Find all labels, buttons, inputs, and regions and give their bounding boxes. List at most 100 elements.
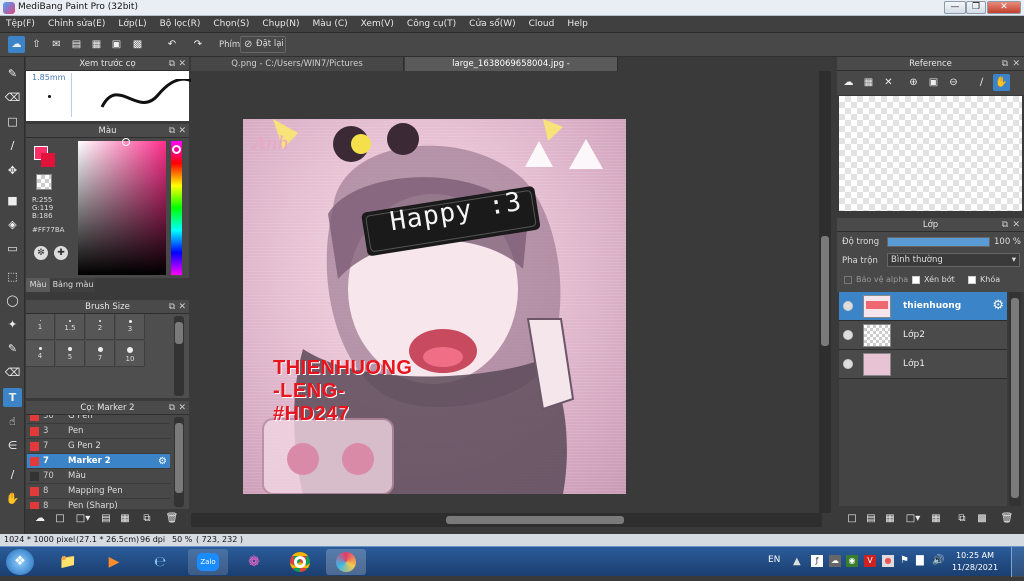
- brush-doc-icon[interactable]: ▤: [99, 512, 113, 526]
- layer-scrollbar[interactable]: [1009, 292, 1021, 506]
- document-icon[interactable]: ▤: [68, 36, 85, 53]
- minimize-button[interactable]: —: [944, 1, 966, 14]
- new-brush-icon[interactable]: □: [53, 512, 67, 526]
- tab-palette[interactable]: Bảng màu: [51, 278, 95, 292]
- eyedropper-icon[interactable]: ∕: [973, 74, 990, 91]
- hand-icon[interactable]: ✋: [993, 74, 1010, 91]
- opacity-slider[interactable]: [887, 237, 990, 247]
- open-folder-icon[interactable]: ▦: [860, 74, 877, 91]
- eye-icon[interactable]: [843, 359, 853, 369]
- panel-popout-icon[interactable]: ⧉: [1002, 218, 1008, 232]
- panel-popout-icon[interactable]: ⧉: [1002, 57, 1008, 71]
- medibang-taskbar-button[interactable]: [326, 549, 366, 575]
- brush-size-cell[interactable]: 4: [26, 341, 55, 367]
- tray-unikey-icon[interactable]: ●: [882, 555, 894, 567]
- folder-icon[interactable]: ▦: [118, 512, 132, 526]
- menu-filter[interactable]: Bộ lọc(R): [160, 16, 201, 33]
- tray-cloud-icon[interactable]: ☁: [829, 555, 841, 567]
- gradient-tool-icon[interactable]: ▭: [3, 239, 22, 258]
- panel-close-icon[interactable]: ✕: [1012, 218, 1020, 232]
- color-picker-cursor[interactable]: [122, 138, 130, 146]
- panel-close-icon[interactable]: ✕: [1012, 57, 1020, 71]
- list-item[interactable]: 8 Pen (Sharp): [27, 499, 170, 509]
- menu-snap[interactable]: Chụp(N): [262, 16, 299, 33]
- list-item[interactable]: 70 Màu: [27, 469, 170, 484]
- hue-handle[interactable]: [172, 145, 181, 154]
- brush-size-cell[interactable]: 10: [116, 341, 145, 367]
- background-color-swatch[interactable]: [41, 153, 55, 167]
- duplicate-layer-icon[interactable]: ⧉: [955, 512, 969, 526]
- list-item[interactable]: 30 G Pen: [27, 415, 170, 424]
- blend-mode-select[interactable]: Bình thường ▾: [887, 253, 1020, 267]
- rectangle-tool-icon[interactable]: □: [3, 112, 22, 131]
- tray-flag-icon[interactable]: ⚑: [900, 555, 909, 566]
- merge-layer-icon[interactable]: ▩: [975, 512, 989, 526]
- brush-size-cell[interactable]: 3: [116, 314, 145, 340]
- network-icon[interactable]: ▇: [916, 555, 924, 566]
- dot-tool-icon[interactable]: ∕: [3, 136, 22, 155]
- volume-icon[interactable]: 🔊: [932, 555, 944, 566]
- tiles-icon[interactable]: ▩: [129, 36, 146, 53]
- eye-icon[interactable]: [843, 301, 853, 311]
- brush-size-scrollbar[interactable]: [174, 316, 184, 396]
- language-indicator[interactable]: EN: [768, 555, 780, 565]
- panel-popout-icon[interactable]: ⧉: [169, 300, 175, 314]
- clock[interactable]: 10:25 AM 11/28/2021: [950, 550, 1000, 574]
- eye-icon[interactable]: [843, 330, 853, 340]
- gear-icon[interactable]: ⚙: [992, 298, 1004, 313]
- media-player-icon[interactable]: ▶: [94, 549, 134, 575]
- menu-view[interactable]: Xem(V): [361, 16, 394, 33]
- palette-wheel-icon[interactable]: ✼: [34, 246, 48, 260]
- new-8bit-layer-icon[interactable]: ▦: [883, 512, 897, 526]
- layer-row[interactable]: Lớp1: [839, 350, 1007, 379]
- text-tool-icon[interactable]: T: [3, 388, 22, 407]
- menu-file[interactable]: Tệp(F): [6, 16, 35, 33]
- select-pen-icon[interactable]: ✎: [3, 339, 22, 358]
- tab-document-q[interactable]: Q.png - C:/Users/WIN7/Pictures: [191, 57, 404, 71]
- protect-alpha-checkbox[interactable]: [844, 276, 852, 284]
- lasso-tool-icon[interactable]: ◯: [3, 291, 22, 310]
- eyedropper-icon[interactable]: ∕: [3, 465, 22, 484]
- dropper-tool-icon[interactable]: ∈: [3, 436, 22, 455]
- hand-tool-icon[interactable]: ✋: [3, 489, 22, 508]
- panel-popout-icon[interactable]: ⧉: [169, 401, 175, 415]
- trash-icon[interactable]: 🗑: [165, 512, 179, 526]
- zalo-taskbar-button[interactable]: Zalo: [188, 549, 228, 575]
- operation-tool-icon[interactable]: ☝: [3, 412, 22, 431]
- brush-tool-icon[interactable]: ✎: [3, 64, 22, 83]
- copy-icon[interactable]: ⧉: [140, 512, 154, 526]
- maximize-button[interactable]: ❐: [966, 1, 986, 14]
- brush-size-cell[interactable]: 2: [86, 314, 115, 340]
- zoom-in-icon[interactable]: ⊕: [905, 74, 922, 91]
- menu-tools[interactable]: Công cụ(T): [407, 16, 456, 33]
- eraser-tool-icon[interactable]: ⌫: [3, 88, 22, 107]
- brush-size-cell[interactable]: 1.5: [56, 314, 85, 340]
- brush-size-cell[interactable]: 5: [56, 341, 85, 367]
- close-icon[interactable]: ✕: [880, 74, 897, 91]
- brush-list-scrollbar[interactable]: [174, 417, 184, 507]
- menu-layer[interactable]: Lớp(L): [118, 16, 146, 33]
- tab-color[interactable]: Màu: [26, 278, 50, 292]
- hue-slider[interactable]: [171, 141, 182, 275]
- move-tool-icon[interactable]: ✥: [3, 161, 22, 180]
- panel-close-icon[interactable]: ✕: [178, 57, 186, 71]
- menu-help[interactable]: Help: [567, 16, 588, 33]
- layer-row-selected[interactable]: thienhuong ⚙: [839, 292, 1007, 321]
- gear-icon[interactable]: ⚙: [158, 454, 167, 469]
- menu-select[interactable]: Chọn(S): [213, 16, 249, 33]
- show-hidden-icons[interactable]: ▲: [793, 556, 801, 567]
- undo-icon[interactable]: ↶: [161, 36, 183, 53]
- artwork-canvas[interactable]: Happy :3 Anh THIENHUONG -LENG- #HD247: [243, 119, 626, 494]
- share-icon[interactable]: ⇧: [28, 36, 45, 53]
- canvas-horizontal-scrollbar[interactable]: [191, 513, 822, 527]
- list-item[interactable]: 7G Pen 2: [27, 439, 170, 454]
- layer-menu-icon[interactable]: □▾: [903, 512, 923, 526]
- reference-canvas[interactable]: [839, 96, 1022, 211]
- panel-close-icon[interactable]: ✕: [178, 124, 186, 138]
- cloud-icon[interactable]: ☁: [840, 74, 857, 91]
- tray-app-icon[interactable]: ƒ: [811, 555, 823, 567]
- select-eraser-icon[interactable]: ⌫: [3, 363, 22, 382]
- magic-wand-icon[interactable]: ✦: [3, 315, 22, 334]
- grid-icon[interactable]: ▣: [108, 36, 125, 53]
- list-item-selected[interactable]: 7 Marker 2 ⚙: [27, 454, 170, 469]
